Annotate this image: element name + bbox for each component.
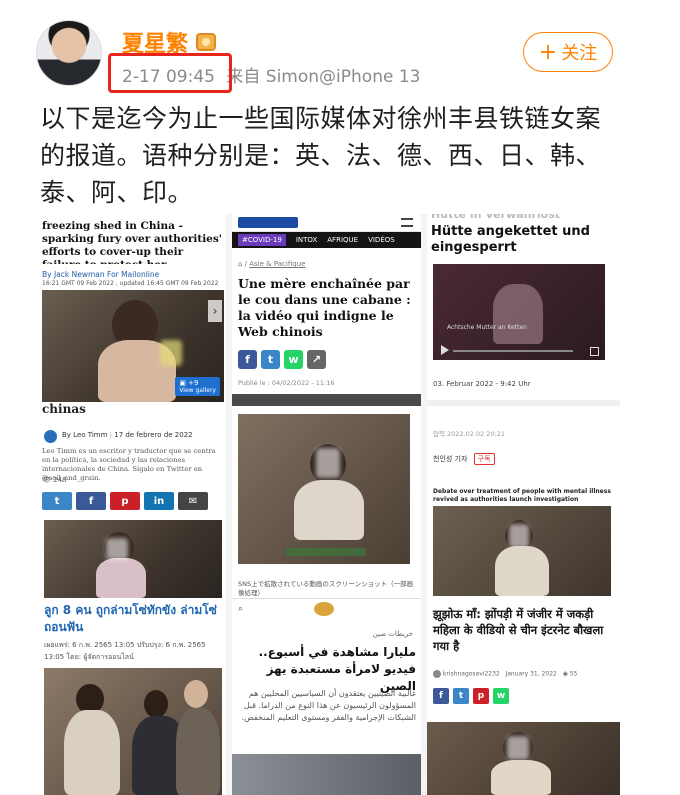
twitter-icon[interactable]: t — [261, 350, 280, 369]
english-headline: freezing shed in China - sparking fury o… — [42, 220, 222, 264]
english-dateline: 16:21 GMT 09 Feb 2022 , updated 16:45 GM… — [42, 280, 219, 287]
arabic-section: خريطات صين — [372, 630, 413, 638]
plus-icon: + — [538, 39, 558, 65]
spanish-byline: By Leo Timm | 17 de febrero de 2022 — [62, 431, 193, 439]
follow-label: 关注 — [561, 43, 598, 64]
thai-headline: ลูก 8 คน ถูกล่ามโซ่ทักขัง ล่ามโซ่ ถอนฟัน — [44, 603, 217, 634]
twitter-icon[interactable]: t — [42, 492, 72, 510]
aljazeera-logo-icon — [314, 602, 334, 616]
share-icon[interactable]: ↗ — [307, 350, 326, 369]
hindi-meta: krishnagosavi2232 January 31, 2022 ◉ 55 — [433, 670, 577, 678]
video-caption-bar — [286, 548, 366, 556]
arabic-body: غالبية الصينيين يعتقدون أن السياسيين الم… — [241, 689, 416, 722]
german-video[interactable]: Achtsche Mutter an Ketten — [433, 264, 605, 360]
image-grid: freezing shed in China - sparking fury o… — [38, 214, 620, 795]
english-photo: ▣ +9 View gallery › — [42, 290, 224, 402]
subscribe-button[interactable]: 구독 — [473, 453, 495, 465]
author-avatar-icon — [433, 670, 441, 678]
hindi-headline: झूझोऊ माँ: झोंपड़ी में जंजीर में जकड़ी म… — [433, 607, 604, 653]
image-column-2[interactable]: #COVID-19 INTOX AFRIQUE VIDÉOS ⌂ / Asie … — [232, 214, 421, 795]
spanish-author-icon — [44, 430, 57, 443]
thai-meta-1: เผยแพร่: 6 ก.พ. 2565 13:05 ปรับปรุง: 6 ก… — [44, 641, 206, 649]
pinterest-icon[interactable]: p — [110, 492, 140, 510]
nav-afrique[interactable]: AFRIQUE — [327, 236, 358, 244]
post-header: 夏星繁 2-17 09:45 来自 Simon@iPhone 13 + 关注 — [0, 0, 680, 100]
german-headline-fragment: Hütte in Verwahrlost — [431, 214, 561, 221]
next-arrow-icon[interactable]: › — [208, 300, 222, 322]
french-topbar — [232, 214, 421, 232]
korean-divider — [427, 400, 620, 406]
home-icon: ⌂ — [238, 260, 243, 268]
comment-icon: ◉ — [562, 670, 568, 678]
thai-photo — [44, 668, 222, 795]
video-progress[interactable] — [453, 350, 573, 352]
spanish-bio: Leo Timm es un escritor y traductor que … — [42, 447, 216, 482]
french-share-row: f t w ↗ — [238, 350, 326, 369]
nav-videos[interactable]: VIDÉOS — [368, 236, 395, 244]
hindi-photo-2 — [427, 722, 620, 795]
linkedin-icon[interactable]: in — [144, 492, 174, 510]
vip-badge-icon — [196, 33, 216, 51]
time-highlight-box — [108, 53, 232, 93]
eye-icon: 👁 — [42, 476, 51, 484]
mail-icon[interactable]: ✉ — [178, 492, 208, 510]
camera-icon: ▣ — [179, 379, 186, 387]
facebook-icon[interactable]: f — [76, 492, 106, 510]
hindi-caption: Debate over treatment of people with men… — [433, 488, 611, 503]
english-byline: By Jack Newman For Mailonline — [42, 270, 160, 279]
korean-reporter: 천인성 기자 구독 — [433, 453, 495, 465]
avatar[interactable] — [36, 20, 102, 86]
arabic-topbar: ⌕ — [232, 598, 421, 618]
image-column-3[interactable]: Hütte in Verwahrlost Hütte angekettet un… — [427, 214, 620, 795]
french-headline: Une mère enchaînée par le cou dans une c… — [238, 276, 411, 339]
facebook-icon[interactable]: f — [238, 350, 257, 369]
spanish-share-count: 👁 248 — [42, 476, 67, 484]
search-icon[interactable]: ⌕ — [238, 604, 243, 614]
spanish-photo — [44, 520, 222, 598]
hindi-share-row: f t p w — [433, 688, 509, 704]
pinterest-icon[interactable]: p — [473, 688, 489, 704]
follow-button[interactable]: + 关注 — [523, 32, 613, 72]
french-published: Publié le : 04/02/2022 - 11:16 — [238, 379, 335, 387]
gallery-badge[interactable]: ▣ +9 View gallery — [175, 377, 220, 396]
play-icon[interactable] — [441, 345, 449, 355]
korean-published: 입력 2022.02.02 20:21 — [433, 430, 506, 438]
nav-intox[interactable]: INTOX — [296, 236, 317, 244]
german-date: 03. Februar 2022 - 9:42 Uhr — [433, 380, 531, 388]
whatsapp-icon[interactable]: w — [493, 688, 509, 704]
french-breadcrumb: ⌂ / Asie & Pacifique — [238, 260, 306, 268]
fullscreen-icon[interactable] — [590, 347, 599, 356]
whatsapp-icon[interactable]: w — [284, 350, 303, 369]
german-headline: Hütte angekettet und eingesperrt — [431, 224, 590, 255]
german-video-label: Achtsche Mutter an Ketten — [447, 324, 527, 331]
twitter-icon[interactable]: t — [453, 688, 469, 704]
thai-meta-2: 13:05 โดย: ผู้จัดการออนไลน์ — [44, 653, 134, 661]
spanish-headline-fragment: chinas — [42, 402, 86, 416]
nav-covid[interactable]: #COVID-19 — [238, 234, 286, 246]
spanish-share-row: t f p in ✉ — [42, 492, 208, 510]
hindi-photo — [433, 506, 611, 596]
rfi-logo-icon — [238, 217, 298, 228]
french-image-strip — [232, 394, 421, 406]
image-column-1[interactable]: freezing shed in China - sparking fury o… — [38, 214, 226, 795]
japanese-caption: SNS上で拡散されている動画のスクリーンショット（一部画像処理） — [238, 580, 414, 597]
japanese-photo — [238, 414, 410, 564]
french-nav: #COVID-19 INTOX AFRIQUE VIDÉOS — [232, 232, 421, 248]
facebook-icon[interactable]: f — [433, 688, 449, 704]
menu-icon[interactable] — [401, 218, 413, 227]
arabic-photo — [232, 754, 421, 795]
post-source: 来自 Simon@iPhone 13 — [226, 67, 421, 87]
post-text: 以下是迄今为止一些国际媒体对徐州丰县铁链女案的报道。语种分别是：英、法、德、西、… — [40, 104, 602, 207]
